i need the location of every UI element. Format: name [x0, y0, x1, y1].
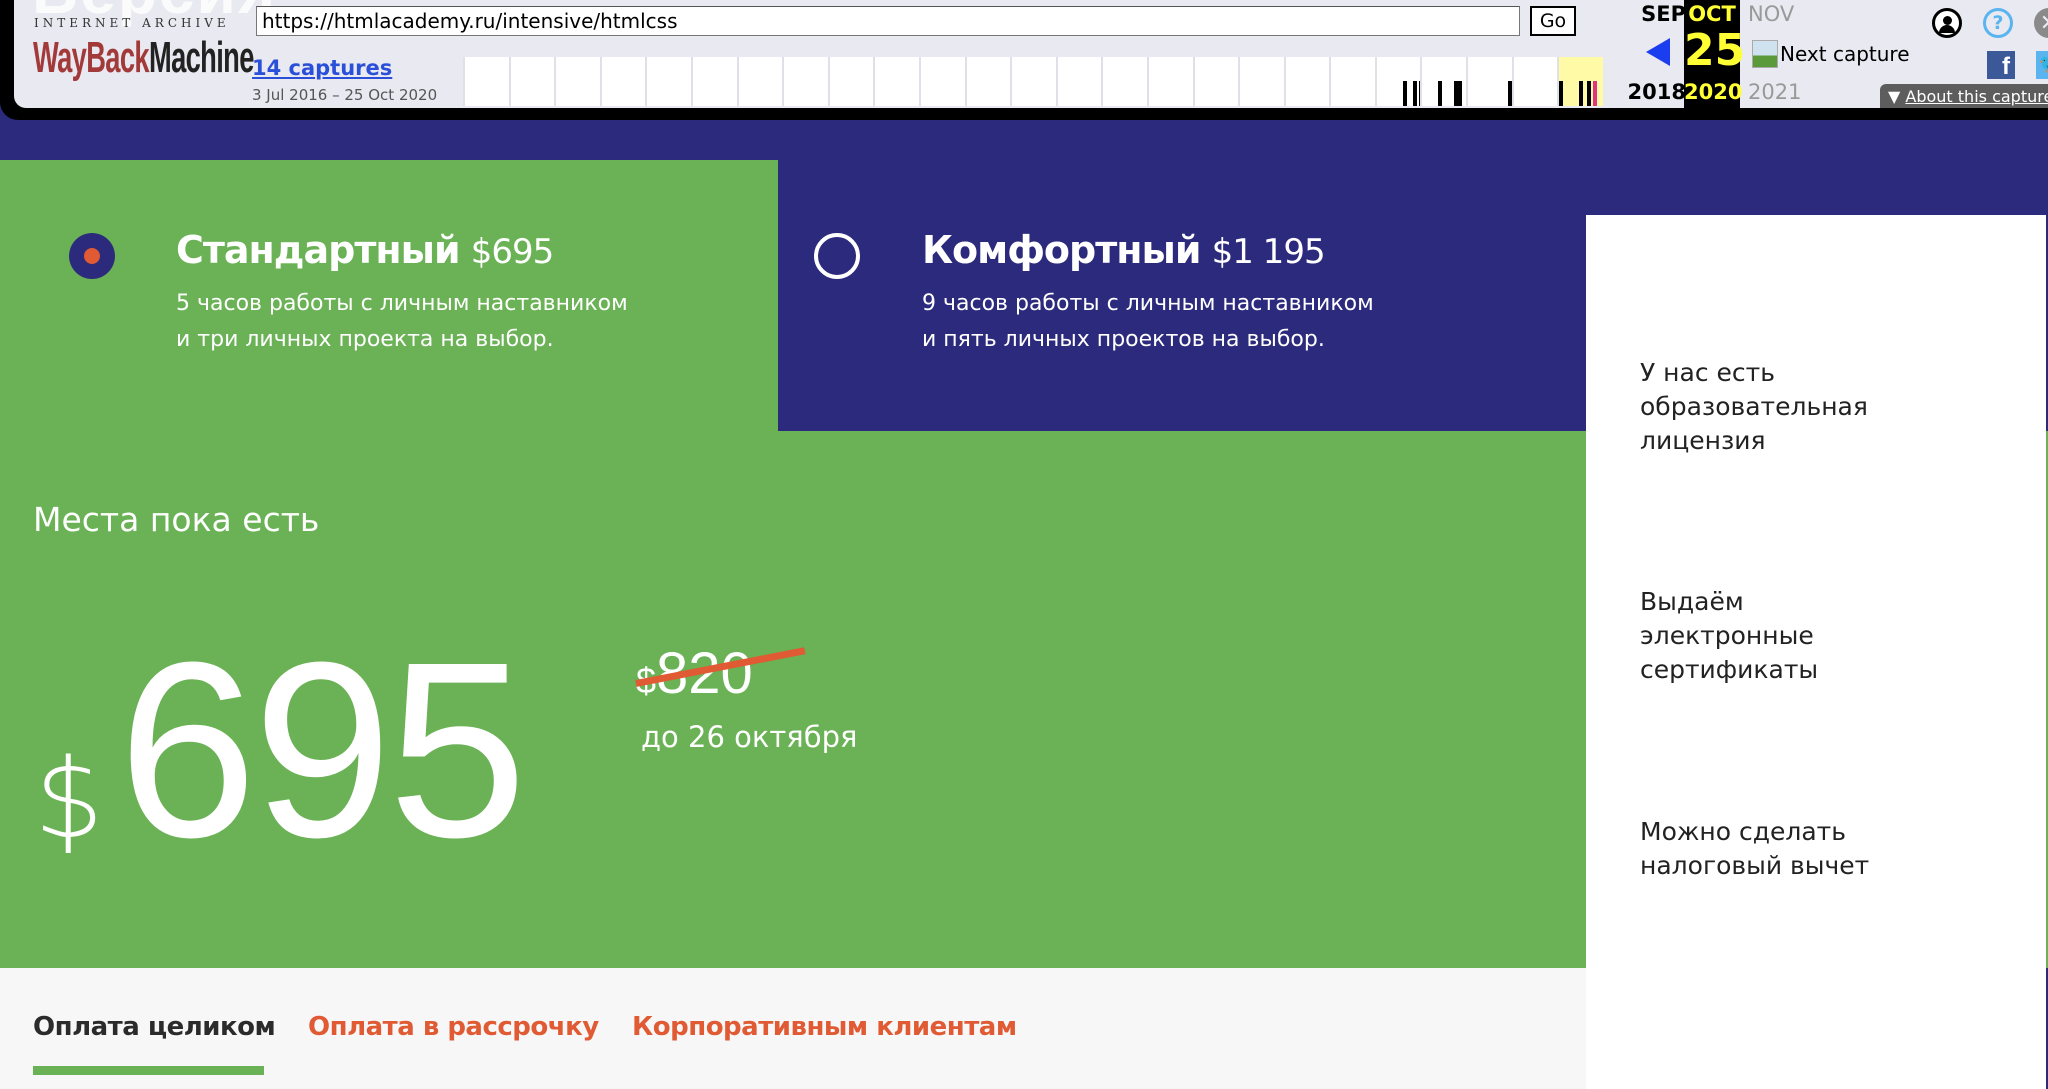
- timeline-year-column[interactable]: [1010, 57, 1056, 106]
- timeline-year-column[interactable]: [1466, 57, 1513, 106]
- tariff-standard-radio[interactable]: [69, 233, 115, 279]
- timeline-year-column[interactable]: [827, 57, 874, 106]
- tariff-price: $695: [470, 232, 555, 272]
- facebook-icon[interactable]: f: [1987, 51, 2015, 80]
- timeline-year-column[interactable]: [508, 57, 555, 106]
- timeline-capture-bar[interactable]: [1458, 81, 1463, 106]
- year-label: 2021: [1748, 80, 1802, 104]
- feature-line: сертификаты: [1640, 655, 1819, 684]
- timeline-year-column[interactable]: [1557, 57, 1603, 106]
- feature-line: У нас есть: [1640, 358, 1775, 387]
- feature-tax-deduction: Можно сделать налоговый вычет: [1640, 815, 1869, 883]
- next-capture-link[interactable]: Next capture: [1752, 40, 1910, 68]
- timeline-capture-bar[interactable]: [1579, 81, 1584, 106]
- timeline-year-column[interactable]: [1511, 57, 1558, 106]
- timeline-year-column[interactable]: [1374, 57, 1429, 106]
- captures-link[interactable]: 14 captures: [252, 56, 392, 80]
- wayback-toolbar-body: Версия INTERNET ARCHIVE WayBackMachine G…: [14, 0, 2048, 108]
- logo-part: WayBack: [33, 33, 150, 82]
- day-label: 25: [1684, 25, 1746, 76]
- tariff-standard-title[interactable]: Стандартный $695: [176, 228, 555, 272]
- close-icon[interactable]: ✕: [2034, 8, 2048, 38]
- tariff-comfort-title[interactable]: Комфортный $1 195: [922, 228, 1326, 272]
- timeline-year-column[interactable]: [873, 57, 919, 106]
- previous-capture-arrow-icon[interactable]: [1646, 38, 1670, 66]
- broken-image-icon: [1752, 40, 1778, 68]
- timeline-capture-bar[interactable]: [1587, 81, 1592, 106]
- feature-line: налоговый вычет: [1640, 851, 1870, 880]
- feature-line: электронные: [1640, 621, 1814, 650]
- timeline-year-column[interactable]: [1192, 57, 1239, 106]
- current-price: 695: [118, 610, 527, 889]
- desc-line: 9 часов работы с личным наставником: [922, 291, 1374, 316]
- internet-archive-label: INTERNET ARCHIVE: [34, 16, 230, 30]
- desc-line: 5 часов работы с личным наставником: [176, 291, 628, 316]
- price-currency: $: [34, 735, 104, 863]
- wayback-url-input[interactable]: [256, 6, 1520, 36]
- month-label: SEP: [1641, 2, 1686, 26]
- feature-line: образовательная: [1640, 392, 1868, 421]
- feature-line: Выдаём: [1640, 587, 1744, 616]
- timeline-capture-bar[interactable]: [1559, 81, 1564, 106]
- timeline-year-column[interactable]: [599, 57, 646, 106]
- desc-line: и три личных проекта на выбор.: [176, 327, 554, 352]
- tariff-comfort-card[interactable]: [778, 120, 1586, 431]
- timeline-capture-bar[interactable]: [1402, 81, 1407, 106]
- tariff-price: $1 195: [1211, 232, 1326, 272]
- wayback-toolbar: Версия INTERNET ARCHIVE WayBackMachine G…: [0, 0, 2048, 120]
- active-tab-indicator: [33, 1066, 264, 1075]
- help-icon[interactable]: ?: [1983, 8, 2013, 38]
- timeline-year-column[interactable]: [463, 57, 509, 106]
- next-capture-label: Next capture: [1780, 42, 1910, 66]
- timeline-year-column[interactable]: [645, 57, 691, 106]
- tab-installments[interactable]: Оплата в рассрочку: [308, 1012, 599, 1042]
- timeline-year-column[interactable]: [1055, 57, 1102, 106]
- feature-license: У нас есть образовательная лицензия: [1640, 356, 1868, 458]
- seats-available-text: Места пока есть: [33, 500, 320, 539]
- tariff-name: Стандартный: [176, 228, 461, 272]
- timeline-year-column[interactable]: [1101, 57, 1147, 106]
- timeline-year-column[interactable]: [782, 57, 828, 106]
- timeline-capture-bar[interactable]: [1593, 81, 1598, 106]
- year-label[interactable]: 2018: [1606, 80, 1686, 104]
- feature-line: Можно сделать: [1640, 817, 1846, 846]
- tariff-standard-description: 5 часов работы с личным наставником и тр…: [176, 286, 628, 358]
- timeline-year-column[interactable]: [918, 57, 965, 106]
- tariff-name: Комфортный: [922, 228, 1202, 272]
- capture-date-range: 3 Jul 2016 – 25 Oct 2020: [252, 86, 438, 104]
- desc-line: и пять личных проектов на выбор.: [922, 327, 1325, 352]
- timeline-year-column[interactable]: [1238, 57, 1284, 106]
- timeline-capture-bar[interactable]: [1438, 81, 1443, 106]
- timeline-year-column[interactable]: [554, 57, 600, 106]
- timeline-capture-bar[interactable]: [1412, 81, 1417, 106]
- triangle-down-icon: ▼: [1888, 87, 1906, 106]
- timeline-year-column[interactable]: [964, 57, 1011, 106]
- month-label: OCT: [1688, 2, 1736, 26]
- about-this-capture-toggle[interactable]: ▼ About this capture: [1880, 84, 2048, 108]
- timeline-year-column[interactable]: [1329, 57, 1375, 106]
- timeline-year-column[interactable]: [1420, 57, 1467, 106]
- calendar-current-date: OCT 25 2020: [1684, 0, 1746, 108]
- go-button[interactable]: Go: [1530, 6, 1576, 36]
- tab-corporate[interactable]: Корпоративным клиентам: [632, 1012, 1017, 1042]
- capture-timeline[interactable]: [463, 57, 1603, 106]
- timeline-year-column[interactable]: [1146, 57, 1193, 106]
- feature-certificates: Выдаём электронные сертификаты: [1640, 585, 1818, 687]
- twitter-icon[interactable]: 🐦: [2036, 51, 2048, 79]
- tariff-comfort-description: 9 часов работы с личным наставником и пя…: [922, 286, 1374, 358]
- feature-line: лицензия: [1640, 426, 1766, 455]
- year-label: 2020: [1684, 80, 1743, 104]
- logo-part: Machine: [148, 33, 254, 82]
- price-deadline: до 26 октября: [641, 720, 858, 754]
- timeline-year-column[interactable]: [1283, 57, 1330, 106]
- timeline-year-column[interactable]: [736, 57, 783, 106]
- tariff-comfort-radio[interactable]: [814, 233, 860, 279]
- month-label: NOV: [1748, 2, 1795, 26]
- timeline-year-column[interactable]: [690, 57, 737, 106]
- wayback-machine-logo[interactable]: WayBackMachine: [33, 34, 254, 82]
- user-account-icon[interactable]: [1932, 8, 1962, 38]
- about-capture-label: About this capture: [1905, 87, 2048, 106]
- tab-full-payment[interactable]: Оплата целиком: [33, 1012, 276, 1042]
